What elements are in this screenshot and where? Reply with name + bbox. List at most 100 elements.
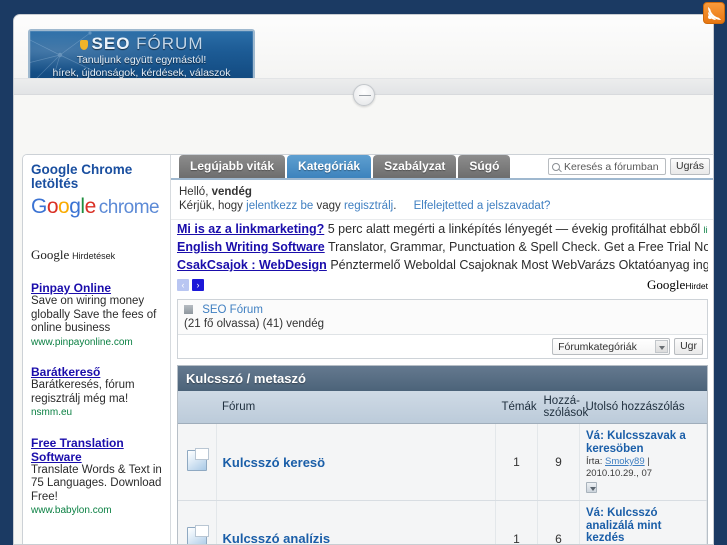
forum-table-wrapper: Kulcsszó / metaszó Fórum Témák Hozzá-szó…	[177, 365, 708, 544]
ad-next-arrow-icon[interactable]: ›	[192, 279, 204, 291]
sidebar-ad-title[interactable]: Free Translation Software	[31, 436, 162, 464]
strip-ad-0[interactable]: Mi is az a linkmarketing? 5 perc alatt m…	[177, 221, 708, 239]
forgot-password-link[interactable]: Elfelejtetted a jelszavadat?	[414, 200, 551, 212]
strip-ad-desc: 5 perc alatt megérti a linképítés lényeg…	[327, 222, 701, 236]
sidebar-ad-desc: Translate Words & Text in 75 Languages. …	[31, 463, 162, 503]
greeting-period: .	[393, 200, 397, 212]
strip-ad-desc: Translator, Grammar, Punctuation & Spell…	[327, 240, 708, 254]
ad-prev-arrow-icon[interactable]: ‹	[177, 279, 189, 291]
table-row[interactable]: Kulcsszó analízis 1 6 Vá: Kulcsszó anali…	[178, 500, 707, 544]
strip-ad-title[interactable]: English Writing Software	[177, 240, 325, 254]
wordmark-chrome: chrome	[98, 197, 160, 218]
col-header-last-post: Utolsó hozzászólás	[579, 391, 707, 424]
last-post-author-link[interactable]: Smoky89	[605, 456, 645, 467]
chrome-ad-headline[interactable]: Google Chrome letöltés	[31, 163, 162, 190]
sidebar-ad-2[interactable]: Free Translation Software Translate Word…	[31, 436, 162, 518]
breadcrumb-panel: SEO Fórum (21 fő olvassa) (41) vendég Fó…	[177, 299, 708, 359]
row-forum-cell: Kulcsszó keresö	[216, 423, 496, 501]
last-post-date: 2010.10.29., 07	[586, 468, 653, 479]
rss-icon[interactable]	[703, 2, 725, 24]
strip-ad-2[interactable]: CsakCsajok : WebDesign Pénztermelő Webol…	[177, 257, 708, 275]
wordmark-o2: o	[58, 195, 70, 218]
ad-brand-google: Google	[647, 277, 686, 292]
main-column: Legújabb viták Kategóriák Szabályzat Súg…	[170, 155, 713, 544]
forum-category-select-value: Fórumkategóriák	[558, 340, 637, 353]
ad-strip-brand: GoogleHirdet	[647, 277, 708, 293]
last-post-meta: Írta: Smoky89 | 2010.10.29., 07	[586, 456, 700, 480]
col-header-forum: Fórum	[216, 391, 496, 424]
breadcrumb: SEO Fórum	[178, 300, 707, 318]
ad-strip-footer: ‹ › GoogleHirdet	[177, 277, 708, 293]
forum-link[interactable]: Kulcsszó keresö	[223, 455, 326, 470]
breadcrumb-root-link[interactable]: SEO Fórum	[202, 304, 263, 316]
forum-table: Fórum Témák Hozzá-szólások Utolsó hozzás…	[178, 391, 707, 544]
sidebar-ad-0[interactable]: Pinpay Online Save on wiring money globa…	[31, 281, 162, 349]
wordmark-g1: G	[31, 195, 47, 218]
ad-brand-sub: Hirdet	[685, 281, 708, 291]
tab-sugo[interactable]: Súgó	[458, 155, 511, 178]
sidebar-ad-title[interactable]: Pinpay Online	[31, 281, 162, 295]
site-header: SEO FÓRUM Tanuljunk együtt egymástól! hí…	[14, 15, 713, 95]
forum-link[interactable]: Kulcsszó analízis	[223, 531, 331, 544]
strip-ad-title[interactable]: Mi is az a linkmarketing?	[177, 222, 324, 236]
tab-legujabb-vitak[interactable]: Legújabb viták	[179, 155, 286, 178]
logo-title-sub: FÓRUM	[136, 34, 204, 53]
logo-title-main: SEO	[91, 34, 131, 53]
search-icon	[551, 162, 560, 171]
google-chrome-wordmark: Google chrome	[31, 194, 162, 221]
strip-ad-desc: Pénztermelő Weboldal Csajoknak Most WebV…	[330, 258, 708, 272]
wordmark-g2: g	[69, 195, 81, 218]
collapse-toggle[interactable]	[352, 84, 375, 106]
sidebar-ad-title[interactable]: Barátkereső	[31, 365, 162, 379]
wordmark-o1: o	[46, 195, 59, 218]
register-link[interactable]: regisztrálj	[344, 200, 393, 212]
greeting-line-1: Helló, vendég	[179, 185, 706, 199]
greeting-or: vagy	[316, 200, 341, 212]
row-icon-cell	[178, 500, 217, 544]
last-post-title-link[interactable]: Vá: Kulcsszavak a keresöben	[586, 430, 700, 455]
sidebar-ad-url: www.babylon.com	[31, 505, 112, 516]
search-input-value: Keresés a fórumban	[563, 160, 659, 173]
forum-table-header-row: Fórum Témák Hozzá-szólások Utolsó hozzás…	[178, 391, 707, 424]
nav-search-group: Keresés a fórumban Ugrás	[547, 158, 710, 175]
sidebar-ad-1[interactable]: Barátkereső Barátkeresés, fórum regisztr…	[31, 365, 162, 420]
left-sidebar: Google Chrome letöltés Google chrome Goog…	[23, 155, 170, 544]
category-go-button[interactable]: Ugr	[674, 338, 703, 355]
login-link[interactable]: jelentkezz be	[246, 200, 313, 212]
jump-icon[interactable]	[586, 482, 597, 493]
forum-square-icon	[184, 305, 193, 314]
viewers-count: (21 fő olvassa) (41) vendég	[184, 318, 324, 330]
sidebar-ad-desc: Barátkeresés, fórum regisztrálj még ma!	[31, 379, 135, 405]
col-header-icon	[178, 391, 216, 424]
strip-ad-title[interactable]: CsakCsajok : WebDesign	[177, 258, 327, 272]
last-post-title-link[interactable]: Vá: Kulcsszó analizálá mint kezdés	[586, 507, 700, 544]
row-icon-cell	[178, 423, 217, 501]
row-posts-cell: 6	[537, 500, 580, 544]
google-ads-label-text: Hirdetések	[72, 251, 116, 261]
logo-tagline-1: Tanuljunk együtt egymástól!	[76, 54, 207, 66]
strip-ad-1[interactable]: English Writing Software Translator, Gra…	[177, 239, 708, 257]
table-row[interactable]: Kulcsszó keresö 1 9 Vá: Kulcsszavak a ke…	[178, 423, 707, 501]
google-ad-strip: Mi is az a linkmarketing? 5 perc alatt m…	[171, 219, 713, 295]
page-shell: SEO FÓRUM Tanuljunk együtt egymástól! hí…	[13, 14, 714, 545]
forum-table-body: Kulcsszó keresö 1 9 Vá: Kulcsszavak a ke…	[178, 423, 707, 544]
row-topics-cell: 1	[495, 423, 538, 501]
search-go-button[interactable]: Ugrás	[669, 158, 710, 175]
col-header-posts: Hozzá-szólások	[537, 391, 588, 424]
folder-icon	[186, 524, 209, 544]
last-post-sep: |	[647, 456, 650, 467]
search-input[interactable]: Keresés a fórumban	[547, 158, 666, 175]
shield-icon	[79, 40, 88, 50]
sidebar-ad-url: www.pinpayonline.com	[31, 336, 133, 348]
tab-kategoriak[interactable]: Kategóriák	[287, 155, 372, 178]
greeting-hello: Helló,	[179, 186, 209, 198]
row-forum-cell: Kulcsszó analízis	[216, 500, 496, 544]
tab-szabalyzat[interactable]: Szabályzat	[373, 155, 457, 178]
row-last-post-cell: Vá: Kulcsszó analizálá mint kezdés Írta:…	[579, 500, 707, 544]
google-ads-label: Google Hirdetések	[31, 247, 162, 263]
site-logo-banner[interactable]: SEO FÓRUM Tanuljunk együtt egymástól! hí…	[28, 29, 255, 81]
forum-category-select[interactable]: Fórumkategóriák	[552, 338, 671, 355]
col-header-topics: Témák	[495, 391, 538, 424]
greeting-please: Kérjük, hogy	[179, 200, 243, 212]
greeting-block: Helló, vendég Kérjük, hogy jelentkezz be…	[171, 180, 713, 219]
